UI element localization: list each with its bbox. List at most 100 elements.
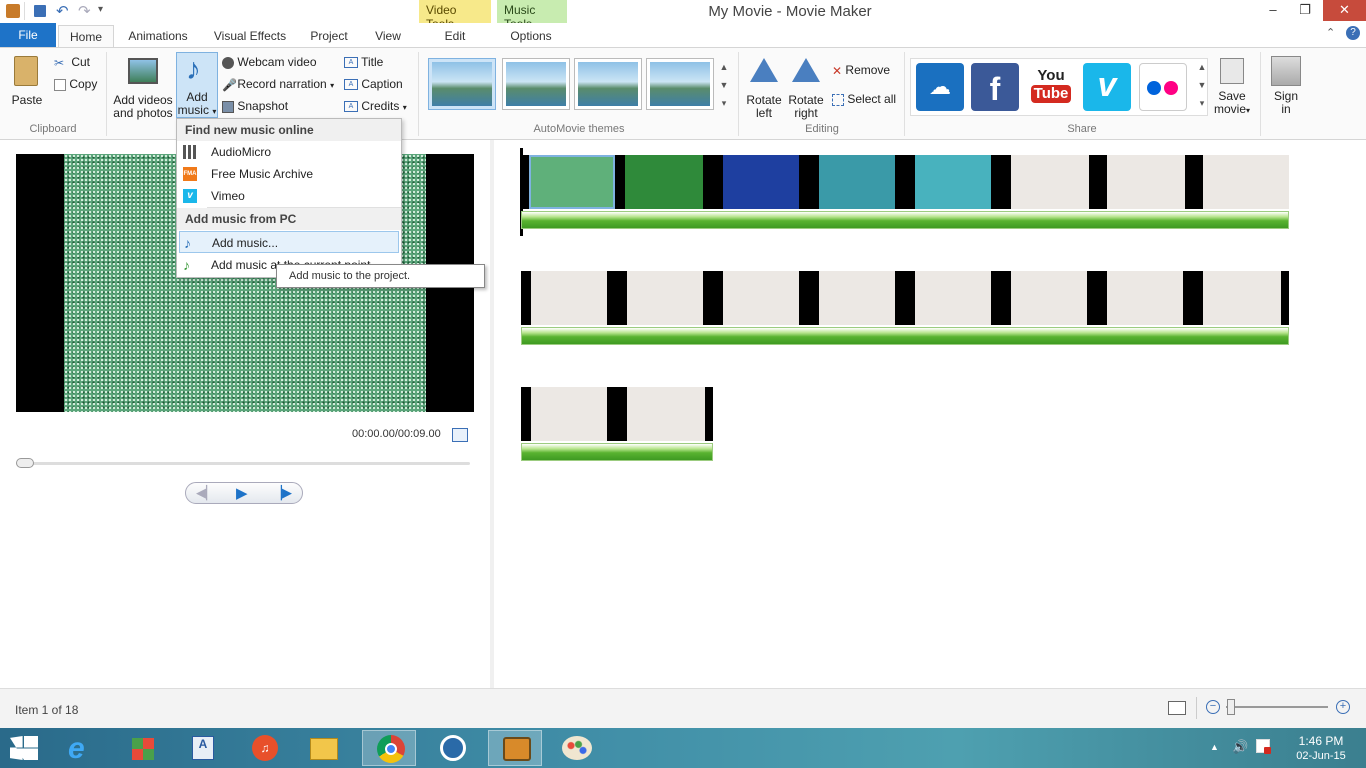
clip-thumbnail[interactable] [531,387,607,441]
collapse-ribbon-icon[interactable]: ⌃ [1326,26,1335,39]
taskbar-paint[interactable] [550,730,604,766]
menu-item-vimeo[interactable]: v Vimeo [177,185,401,207]
save-movie-button[interactable]: Save movie▾ [1212,52,1252,118]
clip-thumbnail[interactable] [819,155,895,209]
taskbar-internet-explorer[interactable]: e [56,730,110,766]
clip-thumbnail[interactable] [625,155,703,209]
paste-button[interactable]: Paste [8,52,46,116]
tab-visual-effects[interactable]: Visual Effects [210,25,290,47]
clip-thumbnail[interactable] [529,155,615,209]
clip-thumbnail[interactable] [1107,271,1183,325]
clip-thumbnail[interactable] [1011,155,1089,209]
windows-start-icon[interactable] [10,736,38,760]
play-icon[interactable]: ▶ [236,484,248,502]
tab-edit[interactable]: Edit [430,25,480,47]
sign-in-button[interactable]: Sign in [1266,52,1306,118]
youtube-icon[interactable]: You Tube [1027,63,1075,111]
qat-customize-icon[interactable]: ▾ [98,4,103,15]
show-hidden-icons[interactable]: ▲ [1210,742,1219,752]
snapshot-button[interactable]: Snapshot [222,97,288,115]
video-tools-context: Video Tools [419,0,491,31]
clip-thumbnail[interactable] [531,271,607,325]
taskbar-word[interactable]: A [176,730,230,766]
clip-thumbnail[interactable] [627,387,705,441]
rotate-left-button[interactable]: Rotate left [744,52,784,120]
clip-thumbnail[interactable] [1203,271,1281,325]
thumbnail-size-icon[interactable] [1168,701,1186,715]
theme-fade[interactable] [574,58,642,110]
add-videos-button[interactable]: Add videos and photos [110,52,176,120]
clip-thumbnail[interactable] [1107,155,1185,209]
credits-button[interactable]: A Credits ▾ [344,97,407,115]
music-track-row-1[interactable] [521,211,1289,229]
onedrive-icon[interactable]: ☁ [916,63,964,111]
redo-icon[interactable]: ↷ [78,2,91,20]
previous-frame-icon[interactable]: ◀▏ [196,485,216,501]
clip-thumbnail[interactable] [915,271,991,325]
share-scroll[interactable]: ▲ ▼ ▾ [1196,58,1208,114]
facebook-icon[interactable]: f [971,63,1019,111]
minimize-icon[interactable]: – [1258,0,1288,21]
clip-thumbnail[interactable] [1203,155,1289,209]
taskbar-media-player[interactable] [426,730,480,766]
clip-thumbnail[interactable] [723,271,799,325]
clock-time[interactable]: 1:46 PM [1286,734,1356,748]
music-track-row-3[interactable] [521,443,713,461]
cut-button[interactable]: ✂ Cut [54,53,90,71]
menu-item-free-music-archive[interactable]: FMA Free Music Archive [177,163,401,185]
action-center-icon[interactable] [1256,739,1271,754]
music-track-row-2[interactable] [521,327,1289,345]
theme-contemporary[interactable] [502,58,570,110]
fullscreen-icon[interactable] [452,428,468,442]
webcam-button[interactable]: Webcam video [222,53,317,71]
next-frame-icon[interactable]: ▕▶ [272,485,292,501]
theme-default[interactable] [428,58,496,110]
tab-options[interactable]: Options [502,25,560,47]
save-icon[interactable] [34,5,46,17]
title-button[interactable]: A Title [344,53,383,71]
clip-thumbnail[interactable] [1011,271,1087,325]
flickr-icon[interactable] [1139,63,1187,111]
close-icon[interactable]: ✕ [1323,0,1366,21]
taskbar-music[interactable]: ♫ [236,730,290,766]
tab-home[interactable]: Home [58,25,114,47]
player-controls: ◀▏ ▶ ▕▶ [185,482,303,504]
restore-icon[interactable]: ❐ [1290,0,1320,21]
menu-item-audiomicro[interactable]: AudioMicro [177,141,401,163]
tab-file[interactable]: File [0,23,56,47]
tab-animations[interactable]: Animations [122,25,194,47]
clip-thumbnail[interactable] [723,155,799,209]
record-narration-button[interactable]: 🎤 Record narration ▾ [222,75,334,93]
clip-thumbnail[interactable] [819,271,895,325]
clip-thumbnail[interactable] [915,155,991,209]
caption-button[interactable]: A Caption [344,75,403,93]
taskbar-explorer[interactable] [296,730,350,766]
copy-button[interactable]: Copy [54,75,97,93]
undo-icon[interactable]: ↶ [56,2,69,20]
tab-view[interactable]: View [366,25,410,47]
taskbar-apps[interactable] [116,730,170,766]
microphone-icon: 🎤 [222,77,237,92]
themes-scroll[interactable]: ▲ ▼ ▾ [718,58,730,114]
clock-date[interactable]: 02-Jun-15 [1286,750,1356,762]
vimeo-icon[interactable]: v [1083,63,1131,111]
clip-thumbnail[interactable] [627,271,703,325]
help-icon[interactable]: ? [1346,26,1360,40]
taskbar-movie-maker[interactable] [488,730,542,766]
zoom-thumb[interactable] [1227,699,1235,715]
zoom-out-icon[interactable]: − [1206,700,1220,714]
add-music-button[interactable]: ♪ Add music ▾ [176,52,218,118]
volume-icon[interactable]: 🔊 [1232,739,1248,755]
pane-splitter[interactable] [490,140,494,688]
taskbar-chrome[interactable] [362,730,416,766]
select-all-button[interactable]: Select all [832,90,896,108]
tab-project[interactable]: Project [304,25,354,47]
menu-item-add-music[interactable]: ♪ Add music... [179,231,399,253]
rotate-right-button[interactable]: Rotate right [786,52,826,120]
zoom-in-icon[interactable]: + [1336,700,1350,714]
theme-pan-zoom[interactable] [646,58,714,110]
remove-button[interactable]: ✕ Remove [832,61,890,79]
zoom-slider[interactable] [1226,706,1328,708]
seek-bar[interactable] [16,462,470,465]
seek-thumb[interactable] [16,458,34,468]
